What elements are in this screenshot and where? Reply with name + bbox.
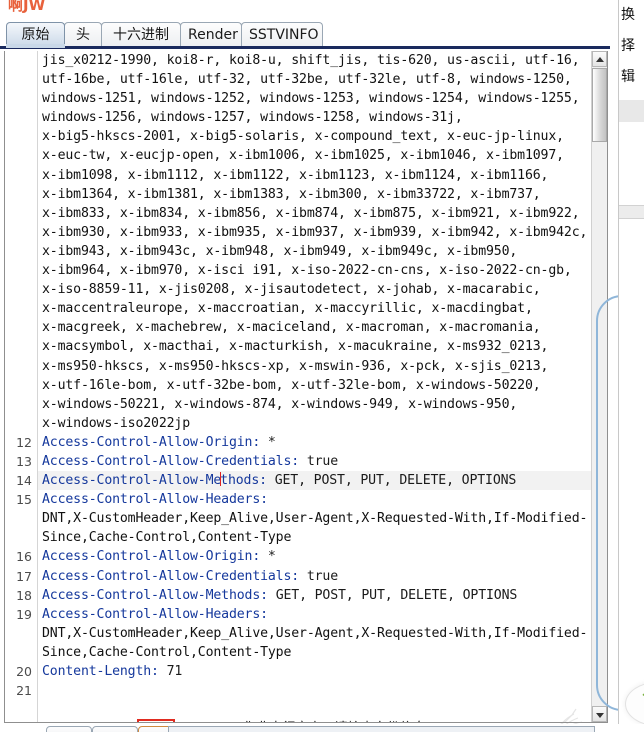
bottom-button-1[interactable] <box>46 726 92 732</box>
header-name: Access-Control-Allow-Methods: <box>42 587 268 603</box>
vertical-scrollbar[interactable] <box>591 51 607 722</box>
header-wrap-line: Since,Cache-Control,Content-Type <box>42 530 292 546</box>
header-line-16: Access-Control-Allow-Origin: * <box>38 547 591 566</box>
header-name: Access-Control-Allow-Headers: <box>42 492 268 508</box>
header-line-19: Access-Control-Allow-Headers: <box>38 605 591 624</box>
header-name-part1: Access-Control-Allow-Me <box>42 473 222 489</box>
header-line-13: Access-Control-Allow-Credentials: true <box>38 452 591 471</box>
header-name: Access-Control-Allow-Credentials: <box>42 453 300 469</box>
bottom-input-field[interactable] <box>168 726 595 732</box>
header-wrap-line: DNT,X-CustomHeader,Keep_Alive,User-Agent… <box>42 625 588 641</box>
code-line: x-ibm943, x-ibm943c, x-ibm948, x-ibm949,… <box>42 243 518 259</box>
header-value: 71 <box>158 664 183 679</box>
header-name: Access-Control-Allow-Origin: <box>42 434 261 450</box>
right-panel-band-lower <box>619 205 644 219</box>
header-name-part2: thods: <box>220 473 267 489</box>
tab-render[interactable]: Render <box>180 22 242 48</box>
code-line: x-euc-tw, x-eucjp-open, x-ibm1006, x-ibm… <box>42 148 564 164</box>
header-name: Access-Control-Allow-Credentials: <box>42 568 300 584</box>
code-line: utf-16be, utf-16le, utf-32, utf-32be, ut… <box>42 72 572 88</box>
code-line: x-big5-hkscs-2001, x-big5-solaris, x-com… <box>42 129 564 145</box>
scroll-down-button[interactable] <box>592 706 607 722</box>
json-prefix: {"errcode":" <box>46 721 140 722</box>
code-line: x-ibm1364, x-ibm1381, x-ibm1383, x-ibm30… <box>42 186 541 202</box>
response-body-editor[interactable]: 12 13 14 15 16 17 18 19 20 21 22 jis_x0212-1990, k… <box>4 51 608 723</box>
code-line: x-ibm964, x-ibm970, x-isci i91, x-iso-20… <box>42 263 572 279</box>
line-number: 19 <box>16 607 32 622</box>
code-line: jis_x0212-1990, koi8-r, koi8-u, shift_ji… <box>42 53 580 68</box>
header-line-17: Access-Control-Allow-Credentials: true <box>38 567 591 586</box>
scroll-up-button[interactable] <box>592 51 607 67</box>
code-line: x-ms950-hkscs, x-ms950-hkscs-xp, x-mswin… <box>42 358 549 374</box>
code-line: x-ibm833, x-ibm834, x-ibm856, x-ibm874, … <box>42 205 580 221</box>
code-line: x-iso-8859-11, x-jis0208, x-jisautodetec… <box>42 282 541 298</box>
header-value: * <box>260 434 276 450</box>
header-name: Access-Control-Allow-Headers: <box>42 606 268 622</box>
code-line: x-utf-16le-bom, x-utf-32be-bom, x-utf-32… <box>42 377 541 393</box>
errcode-highlight[interactable]: 100" <box>137 719 175 722</box>
right-panel-menu-item-1[interactable]: 换 <box>621 0 644 31</box>
code-line: x-ibm1098, x-ibm1112, x-ibm1122, x-ibm11… <box>42 167 549 183</box>
code-line: windows-1256, windows-1257, windows-1258… <box>42 110 463 126</box>
line-number: 21 <box>16 683 32 698</box>
header-value: GET, POST, PUT, DELETE, OPTIONS <box>267 587 518 603</box>
right-panel-menu-item-3[interactable]: 辑 <box>621 62 644 93</box>
header-value: true <box>299 453 339 469</box>
tab-headers[interactable]: 头 <box>64 22 102 48</box>
right-panel-menu-item-2[interactable]: 择 <box>621 31 644 62</box>
tab-bar: 原始 头 十六进制 Render SSTVINFO <box>0 18 610 48</box>
header-line-12: Access-Control-Allow-Origin: * <box>38 433 591 452</box>
header-line-20: Content-Length: 71 <box>38 662 591 681</box>
bottom-button-2[interactable] <box>92 726 138 732</box>
header-wrap-line: DNT,X-CustomHeader,Keep_Alive,User-Agent… <box>42 511 588 527</box>
right-panel-band-upper <box>619 100 644 122</box>
scroll-up-arrow-icon <box>596 57 604 62</box>
line-number: 17 <box>16 569 32 584</box>
code-line: x-ibm930, x-ibm933, x-ibm935, x-ibm937, … <box>42 224 588 240</box>
header-value: GET, POST, PUT, DELETE, OPTIONS <box>266 473 517 489</box>
line-number: 20 <box>16 664 32 679</box>
logo-strip: 啊JW <box>0 0 610 18</box>
tab-bar-underline <box>0 46 610 49</box>
bottom-toolbar-clipped <box>0 724 644 732</box>
plant-badge-icon <box>625 682 644 726</box>
header-line-14[interactable]: Access-Control-Allow-Methods: GET, POST,… <box>38 471 591 491</box>
scroll-down-arrow-icon <box>596 713 604 718</box>
line-number: 22 <box>16 719 32 722</box>
code-line: x-windows-iso2022jp <box>42 415 191 431</box>
code-line: x-windows-50221, x-windows-874, x-window… <box>42 396 518 412</box>
json-body-line-22[interactable]: {"errcode":"100","errMsg":"您非本行客户，请检查身份信… <box>38 719 591 722</box>
header-value: true <box>299 568 339 584</box>
scrollbar-thumb[interactable] <box>592 68 607 142</box>
blank-spacer <box>38 700 591 719</box>
line-number: 18 <box>16 588 32 603</box>
line-number: 12 <box>16 435 32 450</box>
line-number: 15 <box>16 492 32 507</box>
header-name: Content-Length: <box>42 664 159 679</box>
header-name: Access-Control-Allow-Origin: <box>42 549 261 565</box>
app-logo: 啊JW <box>8 0 46 14</box>
line-number: 16 <box>16 549 32 564</box>
tab-hex[interactable]: 十六进制 <box>101 22 181 48</box>
active-tab-notch <box>6 44 65 48</box>
code-line: windows-1251, windows-1252, windows-1253… <box>42 91 580 107</box>
tab-sstvinfo[interactable]: SSTVINFO <box>241 22 323 48</box>
code-line: x-maccentraleurope, x-maccroatian, x-mac… <box>42 301 533 317</box>
code-content[interactable]: jis_x0212-1990, koi8-r, koi8-u, shift_ji… <box>38 51 591 722</box>
header-wrap-line: Since,Cache-Control,Content-Type <box>42 644 292 660</box>
line-number: 14 <box>16 473 32 488</box>
header-line-15: Access-Control-Allow-Headers: <box>38 490 591 509</box>
json-suffix: ,"errMsg":"您非本行客户，请检查身份信息"} <box>173 721 440 722</box>
code-line: x-macgreek, x-machebrew, x-maciceland, x… <box>42 320 541 336</box>
right-panel-menu[interactable]: 换 择 辑 <box>621 0 644 93</box>
line-number-gutter: 12 13 14 15 16 17 18 19 20 21 22 <box>5 51 38 722</box>
header-line-18: Access-Control-Allow-Methods: GET, POST,… <box>38 586 591 605</box>
header-value: * <box>260 549 276 565</box>
code-line: x-macsymbol, x-macthai, x-macturkish, x-… <box>42 339 549 355</box>
line-number: 13 <box>16 454 32 469</box>
right-side-panel[interactable]: 换 择 辑 s <box>618 0 644 732</box>
